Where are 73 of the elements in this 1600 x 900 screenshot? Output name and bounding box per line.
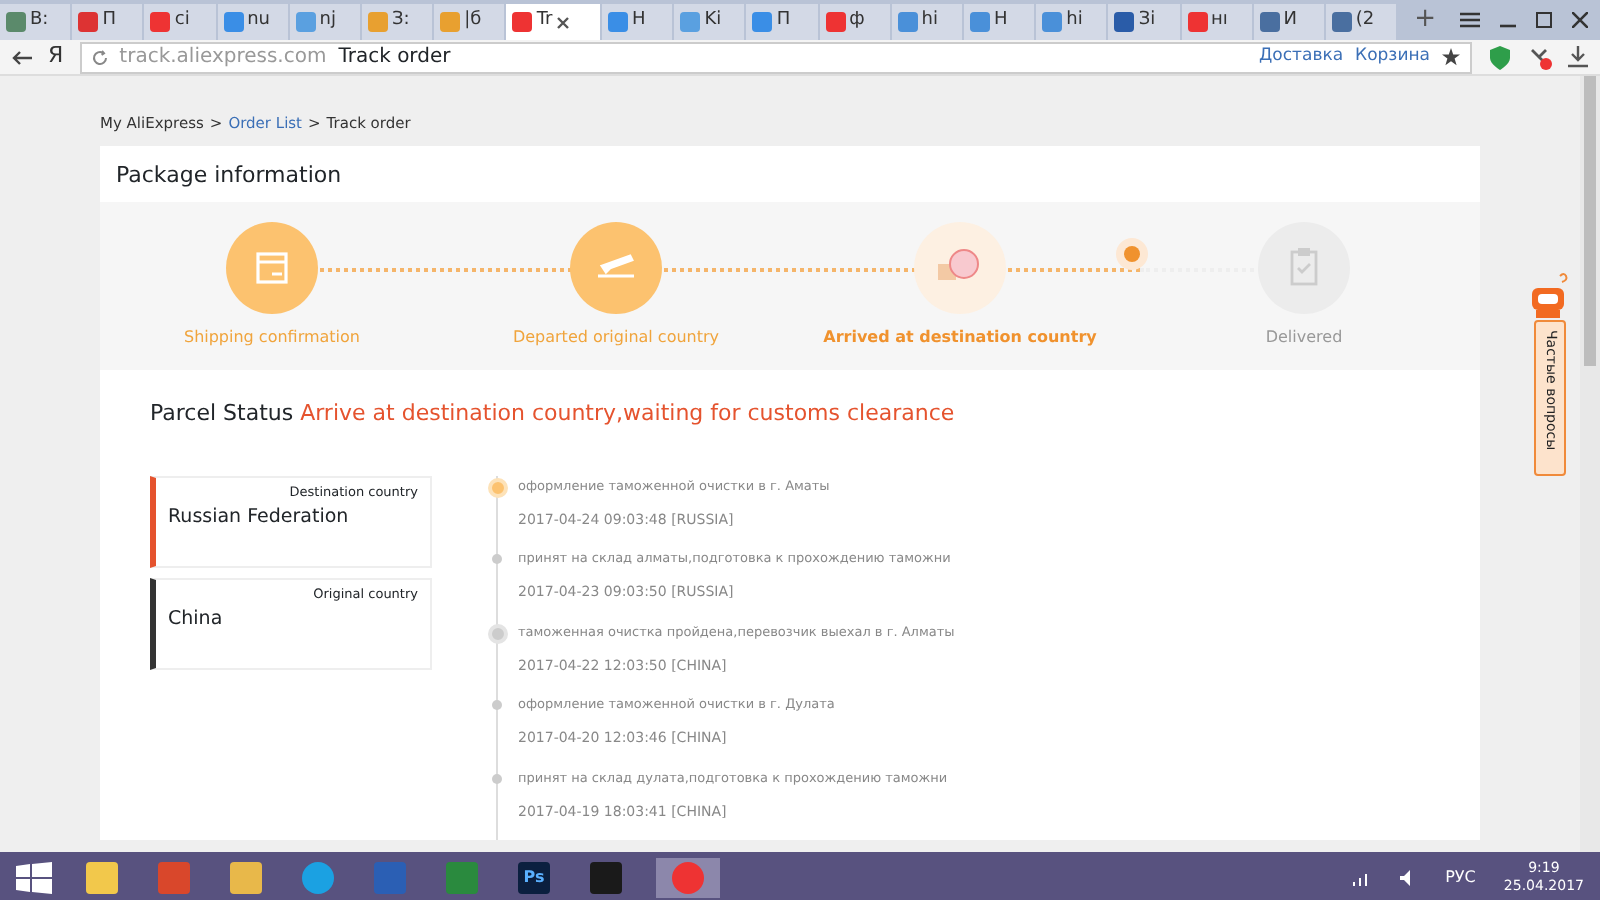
shield-icon[interactable]	[1488, 45, 1512, 69]
taskbar-app[interactable]: Ps	[512, 858, 556, 898]
site-icon	[969, 12, 990, 32]
robot-icon	[1528, 272, 1572, 320]
signal-icon[interactable]	[1351, 870, 1372, 886]
bar-link[interactable]: Корзина	[1355, 44, 1430, 70]
step-label: Arrived at destination country	[823, 326, 1097, 351]
browser-tab[interactable]: Н	[963, 4, 1035, 40]
browser-tab[interactable]: Зі	[1108, 4, 1179, 40]
site-icon	[1259, 12, 1280, 32]
close-icon[interactable]	[556, 15, 571, 29]
download-icon[interactable]	[1568, 46, 1588, 68]
country-name: Russian Federation	[168, 503, 351, 531]
parcel-status: Parcel Status Arrive at destination country,waiting for customs clearance	[148, 398, 957, 431]
maximize-icon[interactable]	[1535, 12, 1552, 28]
browser-tab[interactable]: (2	[1325, 4, 1397, 40]
browser-tab[interactable]: Н	[602, 4, 673, 40]
address-field[interactable]: track.aliexpress.com Track order Доставка Корзина	[79, 41, 1472, 73]
browser-tab[interactable]: nj	[289, 4, 360, 40]
browser-tab[interactable]: |б	[434, 4, 505, 40]
browser-tab[interactable]: Ki	[674, 4, 745, 40]
menu-icon[interactable]	[1459, 12, 1480, 28]
site-icon	[897, 12, 918, 32]
site-icon	[367, 12, 388, 32]
browser-tab[interactable]: ф	[819, 4, 890, 40]
browser-tab[interactable]: В:	[0, 4, 71, 40]
close-icon[interactable]	[1571, 12, 1588, 28]
site-icon	[295, 12, 316, 32]
taskbar-app[interactable]	[80, 858, 124, 898]
site-icon	[1187, 12, 1207, 32]
browser-tab[interactable]: нı	[1181, 4, 1252, 40]
site-icon	[680, 12, 701, 32]
extension-icon[interactable]	[1528, 45, 1552, 69]
site-icon	[825, 12, 846, 32]
browser-tab[interactable]: сі	[144, 4, 216, 40]
browser-logo[interactable]: Я	[48, 40, 64, 74]
site-icon	[78, 12, 99, 32]
browser-tab[interactable]: hi	[891, 4, 962, 40]
progress-dot-icon	[1124, 246, 1140, 263]
step-label: Delivered	[1265, 326, 1343, 351]
site-icon	[752, 12, 773, 32]
site-icon	[1042, 12, 1063, 32]
browser-tab[interactable]: П	[72, 4, 143, 40]
country-name: China	[168, 605, 225, 633]
new-tab-button[interactable]: +	[1414, 0, 1436, 38]
panel-title: Package information	[114, 160, 344, 193]
browser-tab[interactable]: З:	[361, 4, 433, 40]
step-label: Shipping confirmation	[183, 326, 360, 351]
site-icon	[6, 12, 26, 32]
browser-tab[interactable]: nu	[217, 4, 288, 40]
taskbar-app[interactable]	[224, 858, 268, 898]
site-icon	[150, 12, 171, 32]
site-icon	[223, 12, 244, 32]
step-label: Departed original country	[512, 326, 720, 351]
taskbar-app[interactable]	[584, 858, 628, 898]
site-icon	[608, 12, 628, 32]
star-icon[interactable]	[1442, 48, 1460, 66]
scrollbar[interactable]	[1580, 76, 1600, 852]
browser-tab[interactable]: Tr	[506, 4, 600, 40]
browser-tab[interactable]: И	[1253, 4, 1324, 40]
browser-tab[interactable]: П	[746, 4, 818, 40]
site-icon	[1114, 12, 1135, 32]
site-icon	[440, 12, 461, 32]
language-indicator[interactable]: РУС	[1445, 866, 1476, 890]
browser-tab[interactable]: hi	[1036, 4, 1107, 40]
page-title: Track order	[338, 44, 451, 72]
reload-icon[interactable]	[91, 49, 108, 65]
site-icon	[512, 12, 533, 32]
url-text: track.aliexpress.com	[119, 44, 327, 72]
windows-start-icon[interactable]	[16, 862, 52, 894]
site-icon	[1331, 12, 1352, 32]
back-icon[interactable]	[12, 49, 32, 65]
bar-link[interactable]: Доставка	[1259, 44, 1344, 70]
